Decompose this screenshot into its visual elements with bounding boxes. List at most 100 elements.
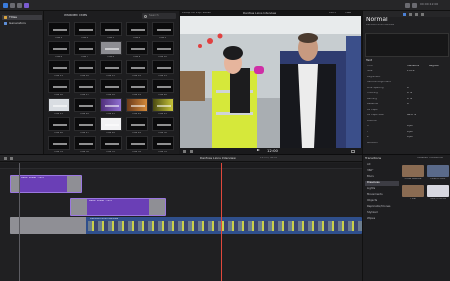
title-thumbnail[interactable]: Title 11 xyxy=(46,60,71,78)
inspector-row[interactable]: Y 0 px xyxy=(363,130,450,135)
title-thumbnail[interactable]: Title 35 xyxy=(150,136,175,154)
transition-category[interactable]: Stylized xyxy=(365,211,399,216)
title-thumbnail[interactable]: Title 5 xyxy=(150,22,175,40)
text-entry-field[interactable] xyxy=(365,33,449,57)
search-input[interactable]: Search xyxy=(142,13,176,19)
transition-thumbnail[interactable]: Cross Dissolve xyxy=(401,165,425,183)
sidebar-item-titles[interactable]: Titles xyxy=(2,15,42,20)
inspector-row[interactable]: Alignment xyxy=(363,75,450,80)
title-thumbnail[interactable]: Title 2 xyxy=(72,22,97,40)
timeline: Danfoss Lions Interview 11:15 / 40:00 Ba… xyxy=(0,154,362,281)
title-thumbnail[interactable]: Title 7 xyxy=(72,41,97,59)
title-thumbnail[interactable]: Title 4 xyxy=(124,22,149,40)
timeline-ruler[interactable] xyxy=(0,163,362,169)
transition-thumbnail[interactable]: Fade To White xyxy=(426,185,450,203)
title-thumbnail[interactable]: Title 9 xyxy=(124,41,149,59)
share-icon[interactable] xyxy=(24,3,29,8)
inspector-row[interactable]: Tracking 0 % xyxy=(363,92,450,97)
transition-category[interactable]: Replicator/Clones xyxy=(365,205,399,210)
thumbnail-image xyxy=(47,136,70,150)
title-thumbnail[interactable]: Title 18 xyxy=(98,79,123,97)
sidebar-item-generators[interactable]: Generators xyxy=(2,21,42,26)
title-thumbnail[interactable]: Title 32 xyxy=(72,136,97,154)
playhead[interactable] xyxy=(221,163,222,281)
title-thumbnail[interactable]: Title 29 xyxy=(124,117,149,135)
transition-category[interactable]: Objects xyxy=(365,199,399,204)
thumbnail-image xyxy=(125,117,148,131)
fullscreen-icon[interactable] xyxy=(351,149,355,153)
crop-icon[interactable] xyxy=(190,149,193,153)
inspector-row[interactable]: Line Spacing 0 xyxy=(363,86,450,91)
inspector-row[interactable]: Font Helvetica Regular xyxy=(363,64,450,69)
thumbnail-text-preview xyxy=(78,47,93,50)
inspector-row[interactable]: All Caps Size 80.0 % xyxy=(363,114,450,119)
transition-category[interactable]: Lights xyxy=(365,187,399,192)
clip-label: Basic Lower Third xyxy=(21,177,44,179)
title-thumbnail[interactable]: Title 31 xyxy=(46,136,71,154)
toolbar-timecode: 00:00:12:00 xyxy=(420,3,439,6)
title-thumbnail[interactable]: Title 14 xyxy=(124,60,149,78)
title-inspector-icon[interactable] xyxy=(403,12,406,16)
transition-category[interactable]: All xyxy=(365,163,399,168)
transition-category[interactable]: Wipes xyxy=(365,217,399,222)
title-thumbnail[interactable]: Title 27 xyxy=(72,117,97,135)
title-thumbnail[interactable]: Title 34 xyxy=(124,136,149,154)
background-tasks-icon[interactable] xyxy=(17,3,22,8)
info-inspector-icon[interactable] xyxy=(421,12,424,16)
title-thumbnail[interactable]: Title 15 xyxy=(150,60,175,78)
title-thumbnail[interactable]: Title 25 xyxy=(150,98,175,116)
keywords-icon[interactable] xyxy=(10,3,15,8)
transition-category[interactable]: Dissolves xyxy=(365,181,399,186)
transition-category[interactable]: Blurs xyxy=(365,175,399,180)
title-thumbnail[interactable]: Title 19 xyxy=(124,79,149,97)
transition-category[interactable]: 360° xyxy=(365,169,399,174)
viewer-project-name: Danfoss Lions Interview xyxy=(243,12,277,15)
title-thumbnail[interactable]: Title 16 xyxy=(46,79,71,97)
zoom-popup[interactable]: 100% xyxy=(329,12,336,15)
inspector-row[interactable]: Size 170.0 xyxy=(363,70,450,75)
view-icon[interactable] xyxy=(412,3,417,8)
title-thumbnail[interactable]: Title 30 xyxy=(150,117,175,135)
view-popup[interactable]: View xyxy=(345,12,351,15)
import-icon[interactable] xyxy=(3,3,8,8)
title-thumbnail[interactable]: Title 21 xyxy=(46,98,71,116)
thumbnail-caption: Title 8 xyxy=(106,55,115,58)
inspector-row[interactable]: Kerning 0 % xyxy=(363,97,450,102)
title-thumbnail[interactable]: Title 28 xyxy=(98,117,123,135)
title-thumbnail[interactable]: Title 22 xyxy=(72,98,97,116)
thumbnail-image xyxy=(73,22,96,36)
inspector-row[interactable]: Position xyxy=(363,119,450,124)
title-thumbnail[interactable]: Title 8 xyxy=(98,41,123,59)
title-thumbnail[interactable]: Title 3 xyxy=(98,22,123,40)
title-thumbnail[interactable]: Title 17 xyxy=(72,79,97,97)
inspector-row[interactable]: Vertical Alignment xyxy=(363,81,450,86)
title-thumbnail[interactable]: Title 20 xyxy=(150,79,175,97)
inspector-row[interactable]: Rotation xyxy=(363,141,450,146)
title-thumbnail[interactable]: Title 12 xyxy=(72,60,97,78)
layout-icon[interactable] xyxy=(405,3,410,8)
title-thumbnail[interactable]: Title 24 xyxy=(124,98,149,116)
video-clip[interactable]: Danfoss Lions Interview xyxy=(10,217,362,234)
title-thumbnail[interactable]: Title 6 xyxy=(46,41,71,59)
transform-icon[interactable] xyxy=(183,149,186,153)
transition-thumbnail[interactable]: Flow xyxy=(401,185,425,203)
inspector-row[interactable]: X 0 px xyxy=(363,125,450,130)
back-icon[interactable] xyxy=(10,157,13,160)
text-inspector-icon[interactable] xyxy=(409,12,412,16)
inspector-row[interactable]: Baseline 0 xyxy=(363,103,450,108)
video-inspector-icon[interactable] xyxy=(415,12,418,16)
title-thumbnail[interactable]: Title 1 xyxy=(46,22,71,40)
title-clip-1[interactable]: Basic Lower Third xyxy=(10,175,82,193)
inspector-row[interactable]: All Caps xyxy=(363,108,450,113)
transition-thumbnail[interactable]: Fade to Color xyxy=(426,165,450,183)
index-icon[interactable] xyxy=(4,157,7,160)
title-thumbnail[interactable]: Title 33 xyxy=(98,136,123,154)
inspector-row[interactable]: Z 0 px xyxy=(363,136,450,141)
title-thumbnail[interactable]: Title 10 xyxy=(150,41,175,59)
title-thumbnail[interactable]: Title 13 xyxy=(98,60,123,78)
title-clip-2[interactable]: Basic Lower Third xyxy=(70,198,166,216)
title-thumbnail[interactable]: Title 26 xyxy=(46,117,71,135)
transition-category[interactable]: Movements xyxy=(365,193,399,198)
play-icon[interactable] xyxy=(257,149,260,152)
title-thumbnail[interactable]: Title 23 xyxy=(98,98,123,116)
